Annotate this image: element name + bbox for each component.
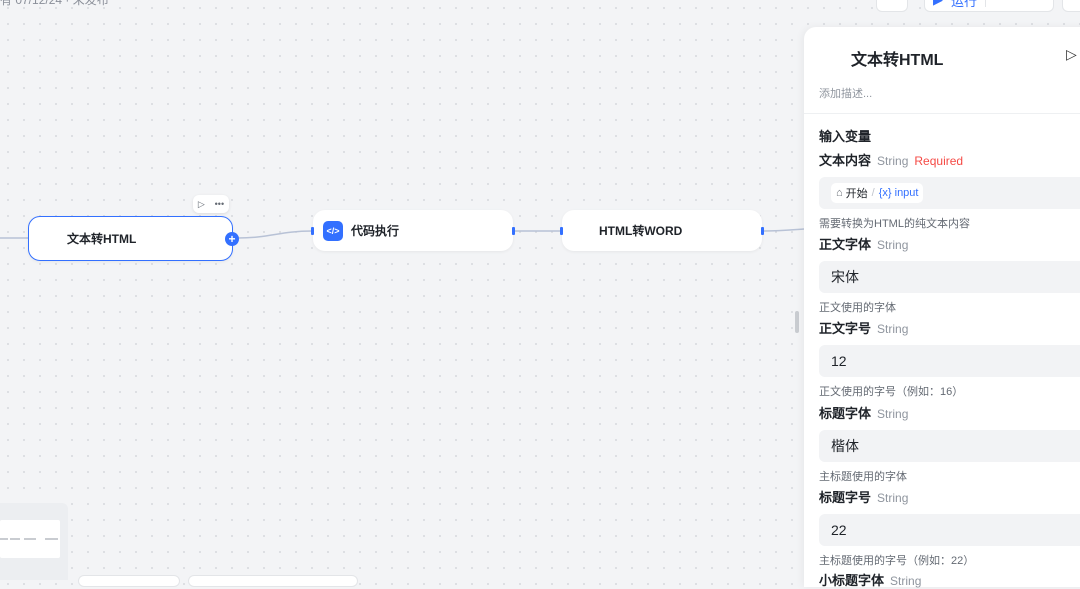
node-title: HTML转WORD: [599, 224, 683, 238]
variable-reference-input[interactable]: ⌂ 开始 / {x} input: [819, 177, 1080, 209]
panel-title[interactable]: 文本转HTML: [851, 46, 943, 70]
edge-word-out: [763, 228, 804, 232]
play-icon: ▶: [933, 0, 943, 8]
field-type: String: [877, 322, 909, 336]
add-node-icon[interactable]: +: [225, 232, 239, 246]
node-title: 代码执行: [351, 224, 400, 238]
field-type: String: [877, 491, 909, 505]
code-icon: </>: [323, 220, 343, 241]
field-body-font: 正文字体 String 宋体 正文使用的字体: [819, 234, 1080, 315]
input-port[interactable]: [560, 226, 563, 235]
field-label: 正文字号: [819, 321, 872, 336]
bottom-control[interactable]: [188, 575, 358, 587]
panel-resize-handle[interactable]: [795, 311, 799, 333]
node-toolbar: ▷ •••: [193, 195, 229, 213]
node-text-to-html[interactable]: 文本转HTML +: [28, 216, 239, 261]
field-type: String: [890, 574, 922, 588]
edge-html-to-code: [237, 230, 313, 239]
field-body-size: 正文字号 String 12 正文使用的字号（例如：16）: [819, 318, 1080, 399]
run-node-icon[interactable]: ▷: [198, 199, 205, 210]
bottom-control[interactable]: [78, 575, 180, 587]
node-html-to-word[interactable]: HTML转WORD: [560, 210, 764, 251]
field-title-font: 标题字体 String 楷体 主标题使用的字体: [819, 403, 1080, 484]
field-type: String: [877, 407, 909, 421]
field-label: 小标题字体: [819, 573, 885, 588]
field-label: 标题字号: [819, 490, 872, 505]
node-config-panel: 文本转HTML ▷ 添加描述... 输入变量 文本内容 String Require…: [804, 27, 1080, 588]
title-size-input[interactable]: 22: [819, 514, 1080, 546]
toolbar-icon-button[interactable]: [876, 0, 908, 12]
ref-variable: {x} input: [878, 187, 919, 199]
more-icon[interactable]: •••: [215, 199, 224, 209]
field-hint: 主标题使用的字体: [819, 471, 907, 483]
divider: [804, 113, 1080, 114]
field-title-size: 标题字号 String 22 主标题使用的字号（例如：22）: [819, 487, 1080, 568]
run-button[interactable]: ▶ 运行: [924, 0, 1054, 12]
output-port[interactable]: [512, 226, 515, 235]
field-hint: 主标题使用的字号（例如：22）: [819, 555, 975, 567]
field-label: 正文字体: [819, 237, 872, 252]
body-font-input[interactable]: 宋体: [819, 261, 1080, 293]
description-input[interactable]: 添加描述...: [819, 85, 872, 101]
field-hint: 需要转换为HTML的纯文本内容: [819, 218, 970, 230]
title-font-input[interactable]: 楷体: [819, 430, 1080, 462]
section-title: 输入变量: [819, 129, 872, 144]
workflow-canvas[interactable]: 有 07/12/24 · 未发布 ▷ ••• 文本转HTML + </> 代码执…: [0, 0, 908, 587]
input-port[interactable]: [311, 226, 314, 235]
variable-chip[interactable]: ⌂ 开始 / {x} input: [831, 183, 924, 203]
toolbar-icon-button[interactable]: [1062, 0, 1080, 12]
edge-layer: [0, 228, 804, 239]
ref-source: 开始: [845, 188, 868, 200]
field-text-content: 文本内容 String Required ⌂ 开始 / {x} input 需要转换…: [819, 150, 1080, 231]
home-icon: ⌂: [836, 187, 843, 199]
field-label: 标题字体: [819, 406, 872, 421]
node-title: 文本转HTML: [67, 232, 137, 246]
field-label: 文本内容: [819, 153, 872, 168]
field-hint: 正文使用的字体: [819, 302, 896, 314]
ref-separator: /: [871, 187, 875, 199]
run-label: 运行: [951, 0, 978, 9]
minimap[interactable]: [0, 503, 68, 580]
field-type: String: [877, 238, 909, 252]
body-size-input[interactable]: 12: [819, 345, 1080, 377]
field-type: String: [877, 154, 909, 168]
play-icon[interactable]: ▷: [1066, 46, 1077, 63]
field-hint: 正文使用的字号（例如：16）: [819, 386, 964, 398]
output-port[interactable]: [761, 226, 764, 235]
node-code-exec[interactable]: </> 代码执行: [311, 210, 515, 251]
required-badge: Required: [914, 154, 964, 168]
